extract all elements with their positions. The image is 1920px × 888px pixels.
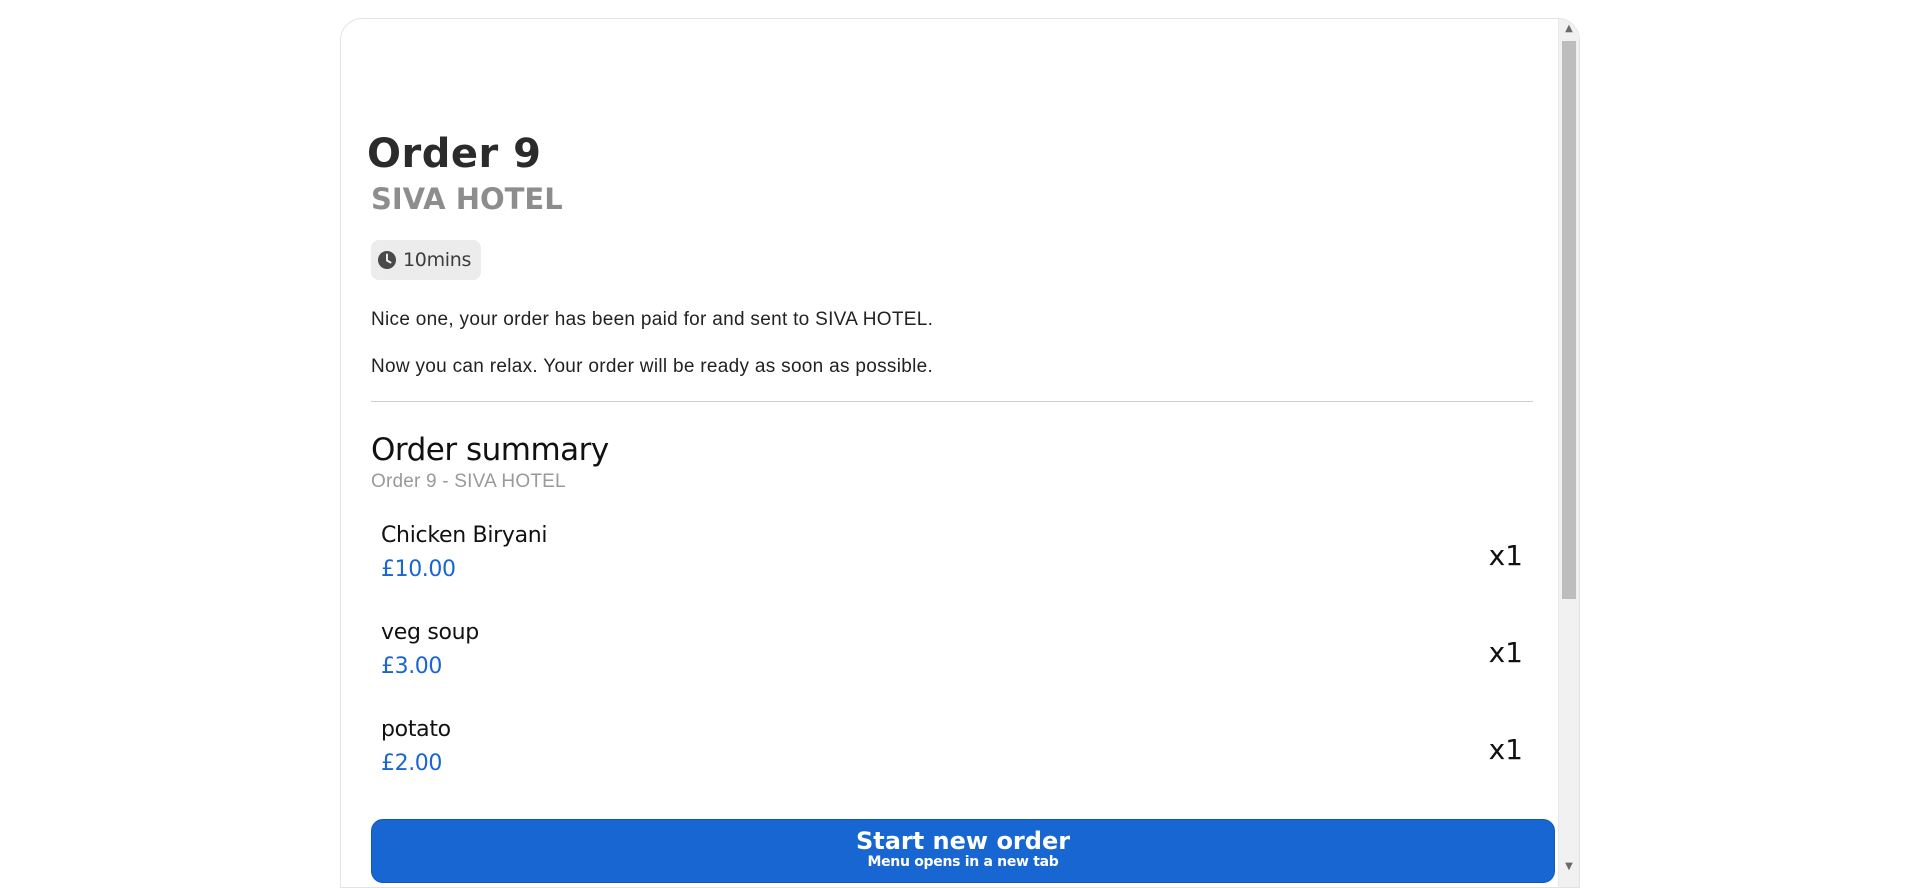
item-name: Chicken Biryani bbox=[381, 523, 548, 548]
payment-confirmation-text: Nice one, your order has been paid for a… bbox=[371, 309, 934, 330]
item-price: £3.00 bbox=[381, 654, 442, 679]
clock-icon bbox=[378, 251, 396, 269]
item-quantity: x1 bbox=[1488, 539, 1523, 572]
order-item-list: Chicken Biryani £10.00 x1 veg soup £3.00… bbox=[371, 519, 1533, 810]
restaurant-name: SIVA HOTEL bbox=[371, 182, 563, 216]
section-divider bbox=[371, 401, 1533, 402]
scroll-down-arrow-icon[interactable]: ▼ bbox=[1559, 857, 1579, 877]
scroll-up-arrow-icon[interactable]: ▲ bbox=[1559, 19, 1579, 39]
item-name: veg soup bbox=[381, 620, 479, 645]
order-item: veg soup £3.00 x1 bbox=[371, 616, 1533, 713]
order-summary-subtitle: Order 9 - SIVA HOTEL bbox=[371, 471, 566, 492]
start-new-order-label: Start new order bbox=[855, 827, 1071, 855]
scrollbar-thumb[interactable] bbox=[1562, 41, 1576, 599]
item-price: £10.00 bbox=[381, 557, 456, 582]
relax-message-text: Now you can relax. Your order will be re… bbox=[371, 356, 934, 377]
time-estimate-text: 10mins bbox=[403, 249, 472, 271]
item-quantity: x1 bbox=[1488, 636, 1523, 669]
item-name: potato bbox=[381, 717, 451, 742]
vertical-scrollbar[interactable]: ▲ ▼ bbox=[1558, 19, 1579, 887]
order-confirmation-card: Order 9 SIVA HOTEL 10mins Nice one, your… bbox=[340, 18, 1580, 888]
menu-new-tab-note: Menu opens in a new tab bbox=[867, 854, 1059, 870]
start-new-order-button[interactable]: Start new order Menu opens in a new tab bbox=[371, 819, 1555, 883]
order-content: Order 9 SIVA HOTEL 10mins Nice one, your… bbox=[341, 19, 1559, 887]
item-quantity: x1 bbox=[1488, 733, 1523, 766]
order-title: Order 9 bbox=[367, 131, 542, 177]
order-summary-title: Order summary bbox=[371, 432, 609, 468]
order-item: potato £2.00 x1 bbox=[371, 713, 1533, 810]
time-estimate-badge: 10mins bbox=[371, 240, 482, 280]
item-price: £2.00 bbox=[381, 751, 442, 776]
order-item: Chicken Biryani £10.00 x1 bbox=[371, 519, 1533, 616]
